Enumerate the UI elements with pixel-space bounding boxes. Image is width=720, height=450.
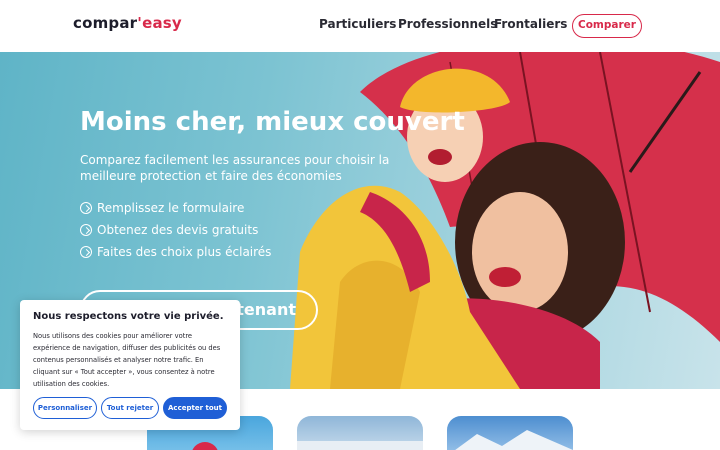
compare-button[interactable]: Comparer <box>572 14 642 38</box>
logo-text-part1: compar <box>73 14 138 32</box>
logo-text-part2: 'easy <box>137 14 182 32</box>
insurance-card[interactable] <box>447 416 573 450</box>
nav-link-frontaliers[interactable]: Frontaliers <box>494 17 567 31</box>
cookie-text: Nous utilisons des cookies pour améliore… <box>33 332 221 388</box>
nav-link-particuliers[interactable]: Particuliers <box>319 17 396 31</box>
arrow-circle-right-icon <box>80 224 92 236</box>
hero-subtitle: Comparez facilement les assurances pour … <box>80 153 390 183</box>
arrow-circle-right-icon <box>80 202 92 214</box>
hero-bullet-text: Obtenez des devis gratuits <box>97 223 259 237</box>
hero-bullet-text: Remplissez le formulaire <box>97 201 245 215</box>
hero-bullet: Obtenez des devis gratuits <box>80 223 258 237</box>
cookie-title: Nous respectons votre vie privée. <box>33 311 224 322</box>
nav-link-professionnels[interactable]: Professionnels <box>398 17 497 31</box>
card-image <box>297 441 423 450</box>
hero-bullet: Faites des choix plus éclairés <box>80 245 271 259</box>
card-image <box>455 430 573 450</box>
hero-title: Moins cher, mieux couvert <box>80 107 465 137</box>
insurance-card[interactable] <box>297 416 423 450</box>
brand-logo[interactable]: compar'easy <box>73 14 182 32</box>
hero-bullet: Remplissez le formulaire <box>80 201 244 215</box>
hero-bullet-text: Faites des choix plus éclairés <box>97 245 272 259</box>
site-header: compar'easy Particuliers Professionnels … <box>0 0 720 52</box>
reject-all-cookies-button[interactable]: Tout rejeter <box>101 397 159 419</box>
arrow-circle-right-icon <box>80 246 92 258</box>
accept-all-cookies-button[interactable]: Accepter tout <box>163 397 227 419</box>
cookie-consent-banner: Nous respectons votre vie privée. Nous u… <box>20 300 240 430</box>
customize-cookies-button[interactable]: Personnaliser <box>33 397 97 419</box>
